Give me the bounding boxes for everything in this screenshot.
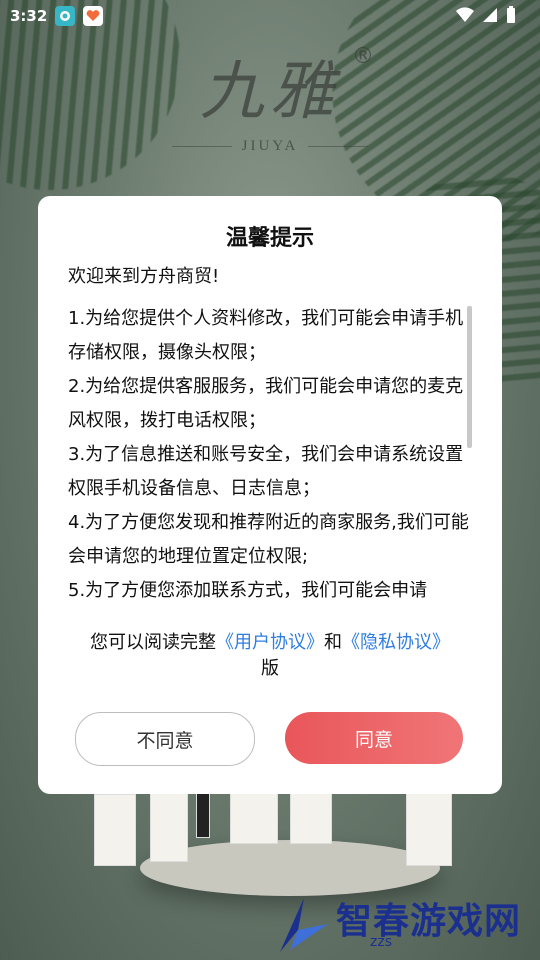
agreement-prefix: 您可以阅读完整 — [90, 632, 216, 653]
user-agreement-link[interactable]: 《用户协议》 — [216, 632, 324, 653]
terms-scroll-area[interactable]: 1.为给您提供个人资料修改，我们可能会申请手机存储权限，摄像头权限； 2.为给您… — [68, 302, 478, 608]
terms-item: 3.为了信息推送和账号安全，我们会申请系统设置权限手机设备信息、日志信息； — [68, 444, 464, 499]
signal-icon — [483, 8, 497, 22]
notification-app-icon — [83, 6, 104, 26]
notification-app-icon — [55, 6, 76, 26]
brand-logo: 九雅 ® JIUYA — [0, 40, 540, 155]
terms-item: 1.为给您提供个人资料修改，我们可能会申请手机存储权限，摄像头权限； — [68, 308, 464, 363]
brand-subtitle: JIUYA — [0, 138, 540, 155]
terms-item: 2.为给您提供客服服务，我们可能会申请您的麦克风权限，拨打电话权限； — [68, 376, 464, 431]
watermark-text: 智春游戏网 — [336, 901, 522, 942]
terms-item: 5.为了方便您添加联系方式，我们可能会申请 — [68, 580, 428, 601]
dialog-welcome: 欢迎来到方舟商贸! — [68, 266, 220, 287]
terms-scrollbar[interactable] — [467, 306, 472, 448]
brand-sub-text: JIUYA — [241, 138, 299, 154]
privacy-dialog: 温馨提示 欢迎来到方舟商贸! 1.为给您提供个人资料修改，我们可能会申请手机存储… — [38, 196, 502, 794]
watermark-sub: zzs — [370, 934, 392, 950]
status-bar: 3:32 — [0, 0, 540, 32]
wifi-icon — [456, 7, 474, 23]
watermark: 智春游戏网 zzs — [270, 890, 540, 960]
product-bottle — [94, 794, 136, 866]
battery-icon — [507, 6, 515, 23]
agreement-and: 和 — [324, 632, 342, 653]
dialog-title: 温馨提示 — [225, 226, 314, 251]
disagree-button[interactable]: 不同意 — [75, 712, 255, 766]
product-bottle — [150, 788, 188, 862]
brand-name: 九雅 — [200, 55, 340, 129]
agree-button[interactable]: 同意 — [285, 712, 463, 764]
status-icons — [456, 6, 516, 24]
status-time: 3:32 — [10, 7, 48, 25]
privacy-policy-link[interactable]: 《隐私协议》 — [342, 632, 450, 653]
product-display — [80, 780, 480, 896]
agreement-suffix: 版 — [261, 658, 279, 679]
terms-item: 4.为了方便您发现和推荐附近的商家服务,我们可能会申请您的地理位置定位权限; — [68, 512, 469, 567]
registered-mark: ® — [352, 44, 374, 69]
agreement-notice: 您可以阅读完整《用户协议》和《隐私协议》 版 — [68, 630, 472, 682]
watermark-logo-icon — [280, 898, 328, 952]
